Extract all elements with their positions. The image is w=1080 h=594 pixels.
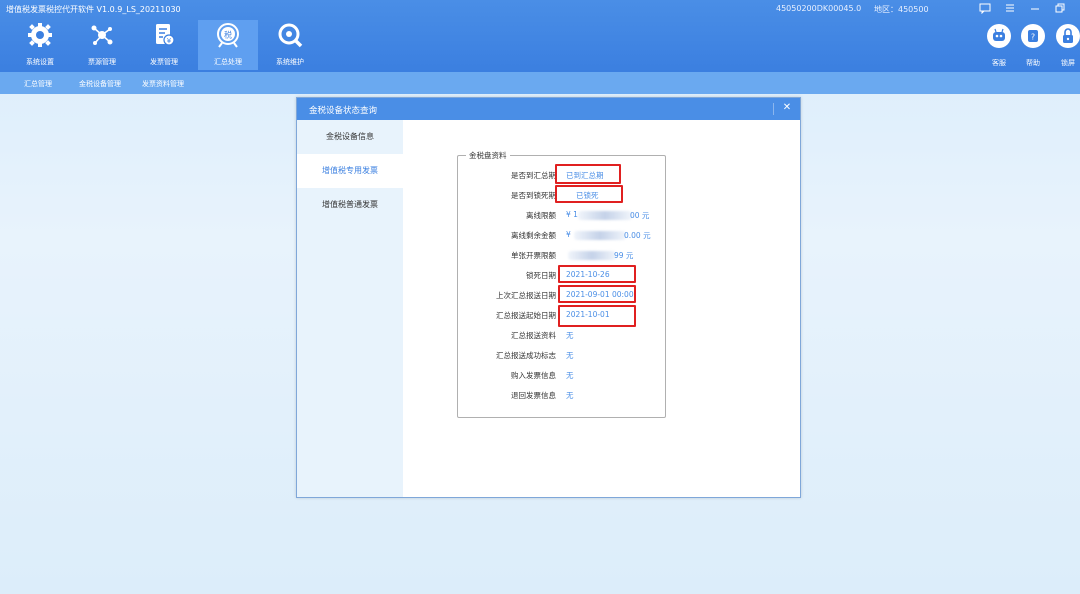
restore-icon[interactable] (1053, 2, 1067, 16)
subnav-summary-management[interactable]: 汇总管理 (24, 79, 52, 89)
nav-label: 系统维护 (276, 58, 304, 66)
row-value-suffix: 0.00 元 (624, 231, 651, 240)
help-icon: ? (1021, 24, 1045, 48)
highlight-lock-period (555, 185, 623, 203)
tax-disk-info-group: 金税盘资料 是否到汇总期 已到汇总期 是否到锁死期 已锁死 离线限额 ¥ 1 0… (457, 150, 667, 418)
dialog-title-bar: 金税设备状态查询 (297, 98, 800, 120)
row-label: 汇总报送成功标志 (496, 351, 556, 360)
row-summary-success-flag: 汇总报送成功标志 无 (458, 348, 667, 362)
row-single-invoice-limit: 单张开票限额 99 元 (458, 248, 667, 262)
subnav-invoice-data[interactable]: 发票资料管理 (142, 79, 184, 89)
row-label: 离线限额 (526, 211, 556, 220)
row-label: 是否到锁死期 (511, 191, 556, 200)
row-summary-data: 汇总报送资料 无 (458, 328, 667, 342)
row-label: 单张开票限额 (511, 251, 556, 260)
wrench-icon (278, 23, 303, 48)
nav-system-settings[interactable]: 系统设置 (10, 20, 70, 70)
highlight-last-summary-date (558, 285, 636, 303)
lock-screen-button[interactable]: 锁屏 (1053, 24, 1080, 68)
row-label: 退回发票信息 (511, 391, 556, 400)
svg-text:?: ? (1031, 33, 1035, 42)
nav-summary-processing[interactable]: 税 汇总处理 (198, 20, 258, 70)
highlight-summary-period (555, 164, 621, 184)
close-icon[interactable]: ✕ (780, 101, 794, 115)
device-status-dialog: 金税设备状态查询 ✕ 金税设备信息 增值税专用发票 增值税普通发票 金税盘资料 … (296, 97, 801, 498)
row-label: 上次汇总报送日期 (496, 291, 556, 300)
help-button[interactable]: ? 帮助 (1018, 24, 1048, 68)
row-value-suffix: 99 元 (614, 251, 634, 260)
minimize-icon[interactable] (1028, 2, 1042, 16)
nav-label: 发票管理 (150, 58, 178, 66)
lock-screen-label: 锁屏 (1061, 59, 1075, 67)
sub-nav: 汇总管理 金税设备管理 发票资料管理 (0, 72, 1080, 94)
row-value: 无 (566, 351, 574, 360)
nav-invoice-management[interactable]: ¥ 发票管理 (134, 20, 194, 70)
tab-special-invoice[interactable]: 增值税专用发票 (297, 154, 403, 188)
row-label: 锁死日期 (526, 271, 556, 280)
help-label: 帮助 (1026, 59, 1040, 67)
message-icon[interactable] (978, 2, 992, 16)
menu-icon[interactable] (1003, 2, 1017, 16)
tax-icon: 税 (217, 23, 239, 48)
row-label: 离线剩余金额 (511, 231, 556, 240)
dialog-tab-panel: 金税设备信息 增值税专用发票 增值税普通发票 (297, 120, 403, 497)
row-value: 无 (566, 391, 574, 400)
row-label: 汇总报送资料 (511, 331, 556, 340)
redacted-value (578, 211, 632, 220)
row-purchased-invoices: 购入发票信息 无 (458, 368, 667, 382)
redacted-value (574, 231, 626, 240)
machine-id: 45050200DK00045.0 (776, 4, 862, 13)
svg-text:¥: ¥ (167, 37, 172, 45)
nav-label: 票源管理 (88, 58, 116, 66)
row-label: 购入发票信息 (511, 371, 556, 380)
subnav-golden-tax-device[interactable]: 金税设备管理 (79, 79, 121, 89)
svg-text:税: 税 (224, 30, 232, 40)
region-label: 地区：450500 (874, 5, 929, 14)
highlight-lock-date (558, 265, 636, 283)
customer-service-label: 客服 (992, 59, 1006, 67)
group-title: 金税盘资料 (466, 150, 510, 161)
row-value: 无 (566, 331, 574, 340)
tab-device-info[interactable]: 金税设备信息 (297, 120, 403, 154)
row-label: 是否到汇总期 (511, 171, 556, 180)
app-title: 增值税发票税控代开软件 V1.0.9_LS_20211030 (6, 5, 181, 14)
nav-ticket-source[interactable]: 票源管理 (72, 20, 132, 70)
top-bar: 增值税发票税控代开软件 V1.0.9_LS_20211030 45050200D… (0, 0, 1080, 72)
nav-label: 汇总处理 (214, 58, 242, 66)
row-value-prefix: ¥ (566, 230, 571, 239)
gear-icon (28, 23, 52, 47)
row-value-prefix: ¥ 1 (566, 210, 578, 219)
robot-icon (987, 24, 1011, 48)
title-separator (773, 103, 774, 115)
redacted-value (568, 251, 616, 260)
row-label: 汇总报送起始日期 (496, 311, 556, 320)
lock-icon (1056, 24, 1080, 48)
row-value-suffix: 00 元 (630, 211, 650, 220)
customer-service-button[interactable]: 客服 (984, 24, 1014, 68)
nav-system-maintenance[interactable]: 系统维护 (260, 20, 320, 70)
tab-normal-invoice[interactable]: 增值税普通发票 (297, 188, 403, 222)
row-returned-invoices: 退回发票信息 无 (458, 388, 667, 402)
highlight-summary-start-date (558, 305, 636, 327)
row-offline-remaining: 离线剩余金额 ¥ 0.00 元 (458, 228, 667, 242)
row-offline-limit: 离线限额 ¥ 1 00 元 (458, 208, 667, 222)
nav-label: 系统设置 (26, 58, 54, 66)
invoice-icon: ¥ (156, 24, 175, 46)
network-icon (91, 25, 113, 45)
row-value: 无 (566, 371, 574, 380)
dialog-title: 金税设备状态查询 (309, 106, 378, 116)
